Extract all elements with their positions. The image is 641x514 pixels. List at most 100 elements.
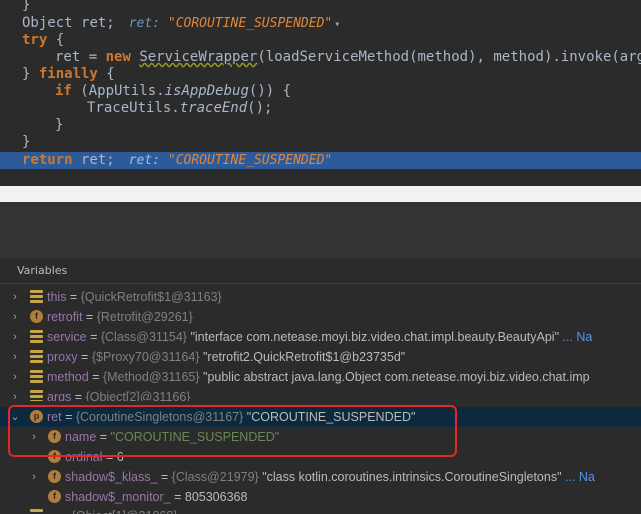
navigate-link[interactable]: ... Na <box>563 330 593 344</box>
tree-row[interactable]: f ordinal = 6 <box>0 447 641 467</box>
keyword-token: return <box>22 152 73 168</box>
chevron-right-icon[interactable]: › <box>29 467 39 487</box>
chevron-right-icon[interactable]: › <box>10 367 20 387</box>
equals-sign: = <box>57 509 71 514</box>
var-value: 6 <box>116 450 124 464</box>
equals-sign: = <box>71 390 86 401</box>
chevron-right-icon[interactable]: › <box>10 307 20 327</box>
equals-sign: = <box>102 450 117 464</box>
code-text: ret; <box>72 152 115 168</box>
object-lines-icon <box>30 290 43 303</box>
method-token: invoke <box>560 49 612 65</box>
hint-label: ret: <box>128 153 161 168</box>
parameter-icon: p <box>30 410 43 423</box>
var-name: ordinal <box>65 450 103 464</box>
keyword-token: finally <box>38 66 98 82</box>
equals-sign: = <box>170 490 185 504</box>
code-line: } <box>22 134 641 151</box>
tree-row[interactable]: f shadow$_monitor_ = 805306368 <box>0 487 641 507</box>
hint-label: ret: <box>128 16 161 31</box>
class-token: TraceUtils <box>87 100 172 116</box>
var-name: shadow$_klass_ <box>65 470 158 484</box>
operator-token: = <box>80 49 106 65</box>
var-value: "interface com.netease.moyi.biz.video.ch… <box>190 330 560 344</box>
chevron-right-icon[interactable]: › <box>10 347 20 367</box>
hint-value: "COROUTINE_SUSPENDED" <box>167 16 333 31</box>
method-token: loadServiceMethod <box>265 49 410 65</box>
var-name: this <box>47 290 67 304</box>
chevron-down-icon[interactable]: ⌄ <box>10 407 20 427</box>
var-type: {$Proxy70@31164} <box>91 350 200 364</box>
tree-row[interactable]: › method = {Method@31165} "public abstra… <box>0 367 641 387</box>
tree-row[interactable]: › proxy = {$Proxy70@31164} "retrofit2.Qu… <box>0 347 641 367</box>
tree-row[interactable]: › this = {QuickRetrofit$1@31163} <box>0 287 641 307</box>
code-text: (); <box>247 100 273 116</box>
var-type: {CoroutineSingletons@31167} <box>75 410 244 424</box>
keyword-token: try <box>22 32 48 48</box>
code-line: Object ret; ret: "COROUTINE_SUSPENDED" ▾ <box>22 15 641 32</box>
variables-title: Variables <box>17 264 68 277</box>
chevron-right-icon[interactable]: › <box>10 327 20 347</box>
code-text: (args != <box>611 49 641 65</box>
execution-line: return ret; ret: "COROUTINE_SUSPENDED" <box>0 152 641 169</box>
code-text: ()) { <box>248 83 292 99</box>
var-name: proxy <box>47 350 78 364</box>
var-name: shadow$_monitor_ <box>65 490 171 504</box>
field-icon: f <box>48 470 61 483</box>
closing-brace: } <box>22 0 31 13</box>
chevron-right-icon[interactable]: › <box>29 427 39 447</box>
var-type: {Object[1]@31068} <box>72 509 178 514</box>
hint-value: "COROUTINE_SUSPENDED" <box>167 153 333 168</box>
code-text: } <box>22 66 39 82</box>
tree-row[interactable]: › f retrofit = {Retrofit@29261} <box>0 307 641 327</box>
var-type: {Retrofit@29261} <box>96 310 193 324</box>
debug-toolbar <box>0 202 641 258</box>
keyword-token: new <box>105 49 131 65</box>
tree-row-content: ... = {Object[1]@31068} <box>0 506 641 514</box>
tree-row[interactable]: › f shadow$_klass_ = {Class@21979} "clas… <box>0 467 641 487</box>
method-token: isAppDebug <box>164 83 249 99</box>
tree-row[interactable]: › args = {Object[2]@31166} <box>0 387 641 401</box>
object-lines-icon <box>30 330 43 343</box>
equals-sign: = <box>66 290 81 304</box>
var-type: {Class@31154} <box>100 330 187 344</box>
var-type: {Method@31165} <box>102 370 200 384</box>
closing-brace: } <box>22 134 31 150</box>
var-value: "retrofit2.QuickRetrofit$1@b23735d" <box>203 350 406 364</box>
equals-sign: = <box>88 370 103 384</box>
code-line: } <box>55 117 641 134</box>
chevron-right-icon[interactable]: › <box>10 287 20 307</box>
var-name: method <box>47 370 89 384</box>
var-name: name <box>65 430 97 444</box>
chevron-down-icon[interactable]: ▾ <box>334 19 340 30</box>
chevron-right-icon[interactable]: › <box>10 387 20 401</box>
field-icon: f <box>30 310 43 323</box>
class-token: ServiceWrapper <box>139 49 258 65</box>
var-name: args <box>47 390 72 401</box>
equals-sign: = <box>82 310 97 324</box>
inline-value-hint[interactable]: ret: "COROUTINE_SUSPENDED" <box>129 153 333 168</box>
tree-row[interactable]: › f name = "COROUTINE_SUSPENDED" <box>0 427 641 447</box>
divider <box>0 283 641 284</box>
var-name: service <box>47 330 87 344</box>
panel-splitter[interactable] <box>0 186 641 202</box>
var-name: ret <box>47 410 62 424</box>
var-value: "COROUTINE_SUSPENDED" <box>246 410 416 424</box>
code-line: } <box>22 0 641 14</box>
type-token: Object <box>22 15 73 31</box>
object-lines-icon <box>30 509 43 514</box>
object-lines-icon <box>30 350 43 363</box>
var-type: {Object[2]@31166} <box>85 390 191 401</box>
code-editor[interactable]: } Object ret; ret: "COROUTINE_SUSPENDED" ▾… <box>0 0 641 186</box>
field-icon: f <box>48 450 61 463</box>
tree-row[interactable]: ... = {Object[1]@31068} <box>0 506 641 514</box>
tree-row-selected[interactable]: ⌄ p ret = {CoroutineSingletons@31167} "C… <box>0 407 641 427</box>
keyword-token: if <box>55 83 72 99</box>
inline-value-hint[interactable]: ret: "COROUTINE_SUSPENDED" ▾ <box>129 16 341 31</box>
code-text: { <box>97 66 115 82</box>
code-text: (method), method). <box>409 49 561 65</box>
tree-row[interactable]: › service = {Class@31154} "interface com… <box>0 327 641 347</box>
class-token: AppUtils <box>88 83 157 99</box>
navigate-link[interactable]: ... Na <box>565 470 595 484</box>
code-line: } finally { <box>22 66 641 83</box>
